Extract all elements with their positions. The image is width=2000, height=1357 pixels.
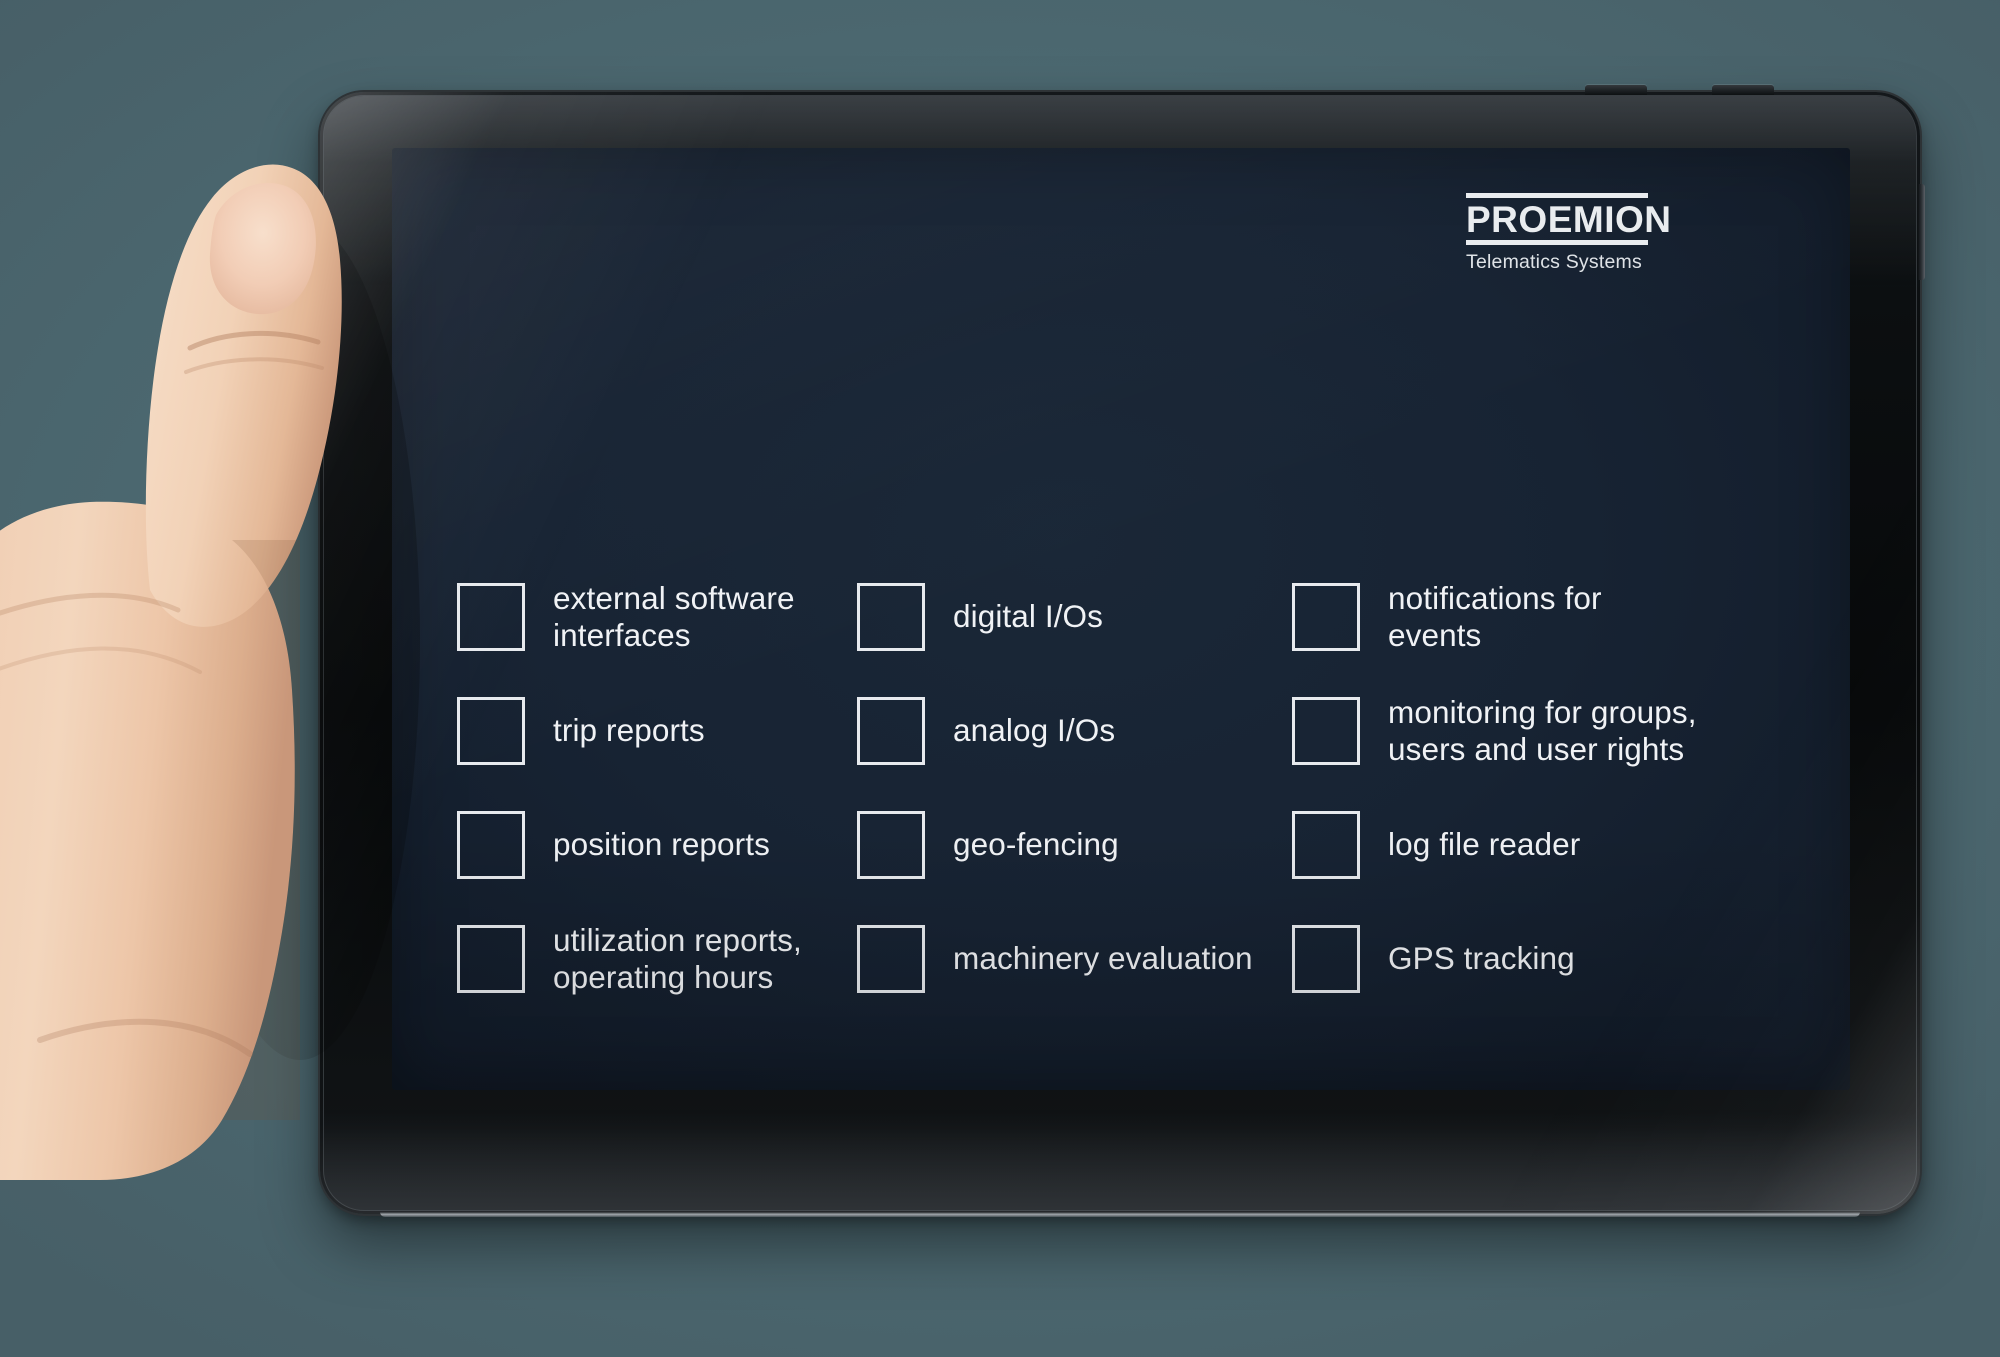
feature-item[interactable]: log file reader (1292, 788, 1767, 902)
proemion-logo: PRO EMION Telematics Systems (1466, 193, 1671, 274)
checkbox[interactable] (1292, 697, 1360, 765)
feature-column-2: digital I/Os analog I/Os geo-fencing mac… (857, 560, 1292, 1016)
feature-label: analog I/Os (953, 712, 1116, 749)
feature-label: GPS tracking (1388, 940, 1575, 977)
checkbox[interactable] (457, 583, 525, 651)
checkbox[interactable] (857, 697, 925, 765)
feature-item[interactable]: position reports (457, 788, 857, 902)
feature-checklist: external software interfaces trip report… (457, 560, 1827, 1016)
tablet-device: PRO EMION Telematics Systems external sof… (320, 85, 1925, 1217)
feature-label: trip reports (553, 712, 705, 749)
feature-column-3: notifications for events monitoring for … (1292, 560, 1767, 1016)
power-button[interactable] (1712, 85, 1774, 95)
feature-item[interactable]: analog I/Os (857, 674, 1292, 788)
checkbox[interactable] (1292, 925, 1360, 993)
feature-item[interactable]: machinery evaluation (857, 902, 1292, 1016)
feature-column-1: external software interfaces trip report… (457, 560, 857, 1016)
feature-label: external software interfaces (553, 579, 795, 653)
tablet-screen[interactable]: PRO EMION Telematics Systems external sof… (392, 148, 1850, 1090)
feature-label: machinery evaluation (953, 940, 1253, 977)
feature-item[interactable]: digital I/Os (857, 560, 1292, 674)
feature-item[interactable]: GPS tracking (1292, 902, 1767, 1016)
logo-wordmark: PRO EMION (1466, 199, 1671, 240)
feature-item[interactable]: geo-fencing (857, 788, 1292, 902)
logo-bar-bottom (1466, 240, 1648, 245)
checkbox[interactable] (457, 811, 525, 879)
checkbox[interactable] (457, 925, 525, 993)
feature-label: utilization reports, operating hours (553, 921, 802, 995)
checkbox[interactable] (857, 583, 925, 651)
feature-item[interactable]: notifications for events (1292, 560, 1767, 674)
feature-item[interactable]: external software interfaces (457, 560, 857, 674)
feature-item[interactable]: trip reports (457, 674, 857, 788)
checkbox[interactable] (1292, 811, 1360, 879)
volume-button[interactable] (1585, 85, 1647, 95)
feature-label: monitoring for groups, users and user ri… (1388, 693, 1697, 767)
feature-label: position reports (553, 826, 770, 863)
logo-word-emion: EMION (1547, 199, 1672, 240)
checkbox[interactable] (1292, 583, 1360, 651)
logo-word-pro: PRO (1466, 199, 1548, 240)
feature-label: log file reader (1388, 826, 1581, 863)
checkbox[interactable] (457, 697, 525, 765)
checkbox[interactable] (857, 811, 925, 879)
feature-label: notifications for events (1388, 579, 1602, 653)
checkbox[interactable] (857, 925, 925, 993)
feature-item[interactable]: utilization reports, operating hours (457, 902, 857, 1016)
logo-tagline: Telematics Systems (1466, 251, 1642, 273)
logo-bar-top (1466, 193, 1648, 198)
feature-item[interactable]: monitoring for groups, users and user ri… (1292, 674, 1767, 788)
side-button[interactable] (1918, 184, 1925, 280)
feature-label: digital I/Os (953, 598, 1104, 635)
feature-label: geo-fencing (953, 826, 1119, 863)
